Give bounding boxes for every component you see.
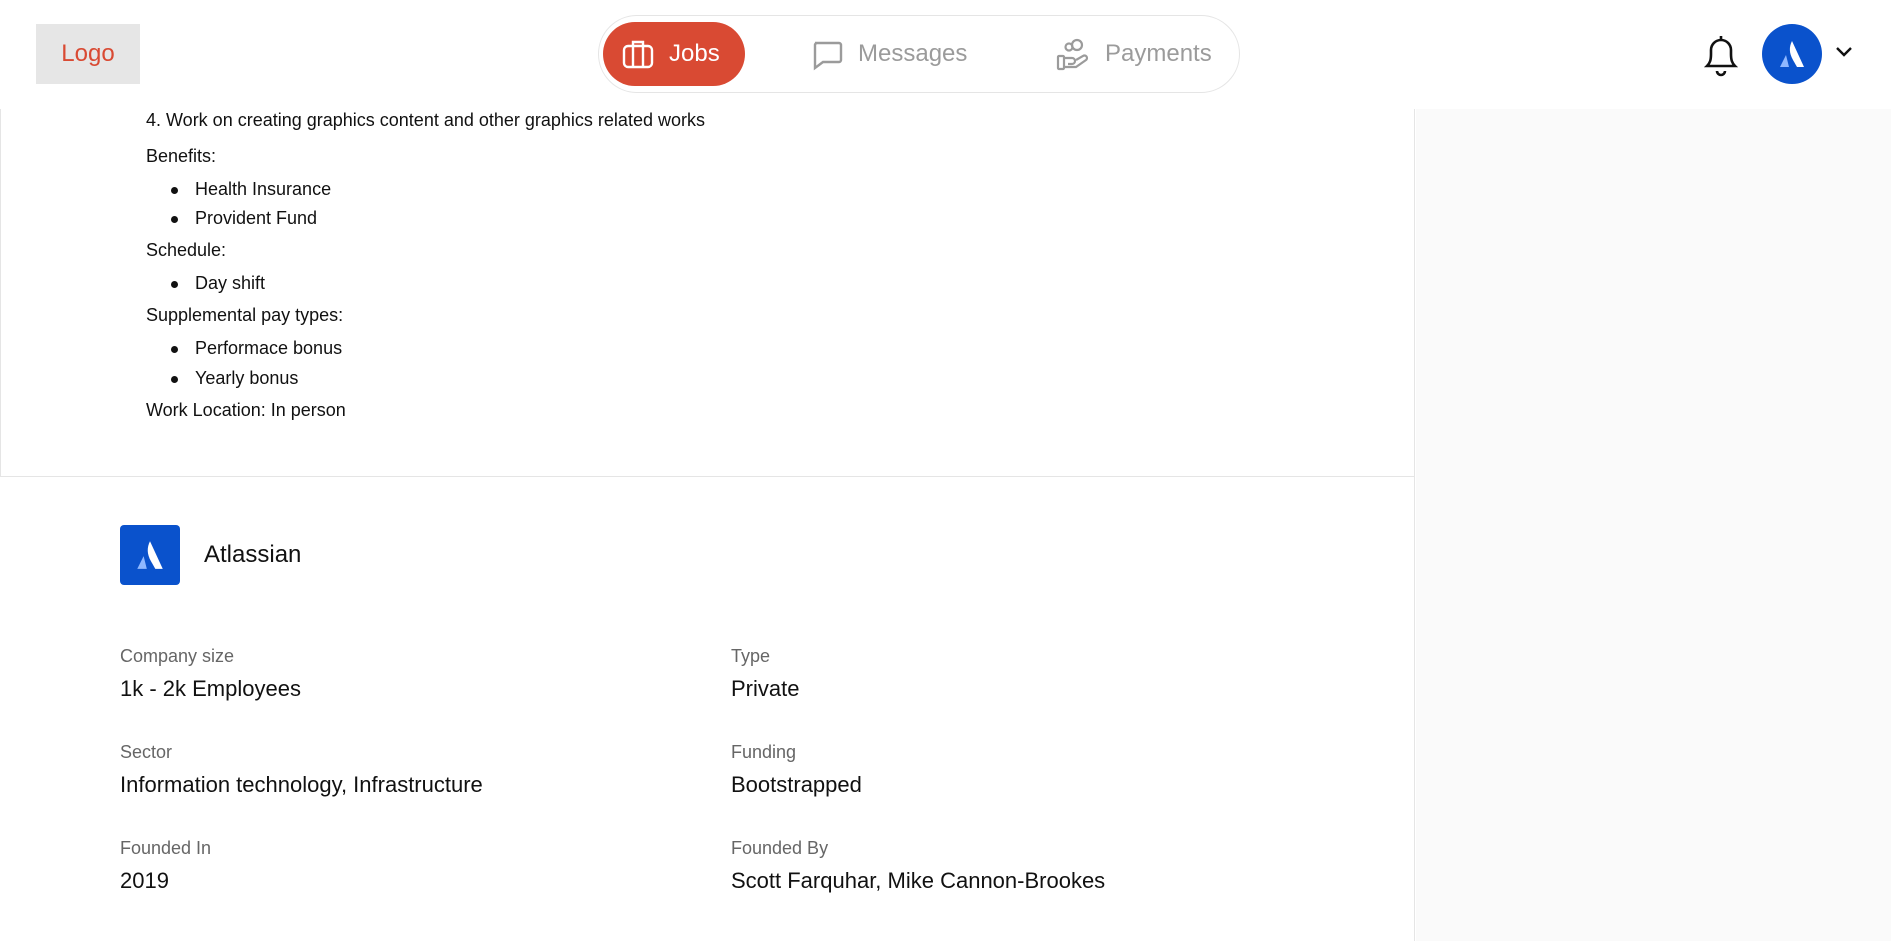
company-size-value: 1k - 2k Employees [120, 676, 301, 701]
sector-value: Information technology, Infrastructure [120, 772, 483, 797]
funding-label: Funding [731, 742, 797, 762]
atlassian-logo-icon [1780, 41, 1804, 67]
company-size-label: Company size [120, 646, 235, 666]
bell-icon[interactable] [1698, 30, 1744, 78]
nav-messages[interactable]: Messages [810, 22, 967, 86]
founded-by-label: Founded By [731, 838, 829, 858]
job-description: 4. Work on creating graphics content and… [0, 109, 1415, 477]
nav-jobs-label: Jobs [669, 40, 720, 67]
nav-jobs[interactable]: Jobs [603, 22, 745, 86]
briefcase-icon [622, 40, 654, 69]
right-sidebar [1416, 109, 1891, 941]
main-content: 4. Work on creating graphics content and… [0, 109, 1415, 941]
schedule-heading: Schedule: [146, 240, 227, 260]
logo[interactable]: Logo [36, 24, 140, 84]
supplemental-heading: Supplemental pay types: [146, 305, 344, 325]
main-nav: Jobs Messages Payments [598, 15, 1240, 93]
work-location: Work Location: In person [146, 400, 346, 420]
list-item: Yearly bonus [170, 368, 299, 388]
sector-label: Sector [120, 742, 173, 762]
top-header: Logo Jobs Messages Payments [0, 0, 1891, 109]
hand-coins-icon [1056, 38, 1089, 71]
chevron-down-icon[interactable] [1834, 44, 1854, 60]
avatar[interactable] [1762, 24, 1822, 84]
type-label: Type [731, 646, 771, 666]
type-value: Private [731, 676, 800, 701]
founded-by-value: Scott Farquhar, Mike Cannon-Brookes [731, 868, 1106, 893]
founded-in-value: 2019 [120, 868, 169, 893]
nav-payments[interactable]: Payments [1055, 22, 1212, 86]
list-item: Performace bonus [170, 338, 343, 358]
description-line: 4. Work on creating graphics content and… [146, 110, 705, 130]
nav-messages-label: Messages [858, 40, 968, 67]
benefits-heading: Benefits: [146, 146, 217, 166]
list-item: Day shift [170, 273, 266, 293]
list-item: Provident Fund [170, 208, 318, 228]
funding-value: Bootstrapped [731, 772, 862, 797]
atlassian-logo-icon [137, 541, 163, 569]
company-name: Atlassian [204, 541, 302, 568]
founded-in-label: Founded In [120, 838, 212, 858]
company-logo [120, 525, 180, 585]
chat-bubble-icon [813, 41, 843, 71]
nav-payments-label: Payments [1105, 40, 1212, 67]
list-item: Health Insurance [170, 179, 332, 199]
